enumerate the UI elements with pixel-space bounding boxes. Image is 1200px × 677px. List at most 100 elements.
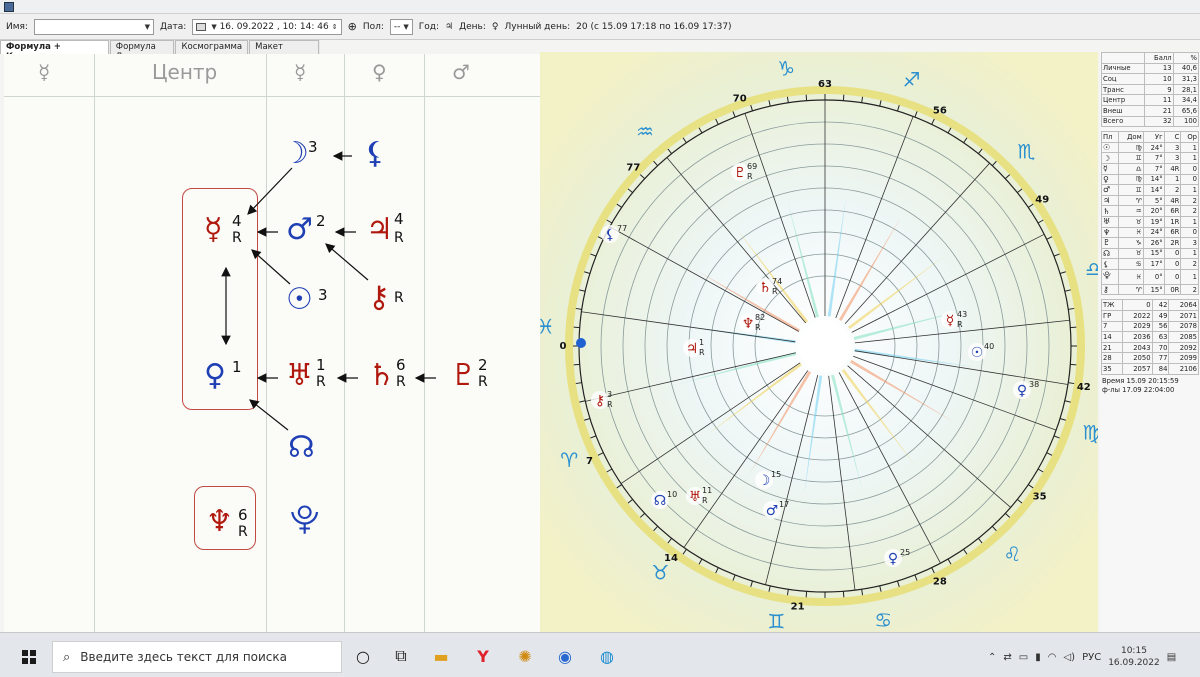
planet-cell: 24° bbox=[1142, 226, 1165, 239]
planet-cell: 3 bbox=[1163, 141, 1182, 154]
saturn-icon: ♄ bbox=[368, 358, 395, 393]
scorpio-sign-icon: ♏ bbox=[1017, 139, 1035, 163]
name-label: Имя: bbox=[6, 21, 28, 32]
mars-icon: ♂ bbox=[286, 212, 313, 247]
years-head: 2064 bbox=[1168, 299, 1199, 312]
years-cell: ГР bbox=[1100, 310, 1124, 322]
planet-degree: 82 bbox=[755, 313, 765, 322]
edge-browser-icon[interactable]: ◍ bbox=[594, 643, 620, 669]
score-percent: 34,4 bbox=[1172, 94, 1200, 106]
notifications-icon[interactable]: ▤ bbox=[1167, 652, 1176, 663]
planet-icon: ⚷ bbox=[595, 393, 605, 409]
age-degree-label: 42 bbox=[1077, 382, 1091, 393]
network-settings-icon[interactable]: ⇄ bbox=[1003, 652, 1011, 663]
years-cell: 70 bbox=[1151, 341, 1170, 354]
saturn-value: 6 bbox=[396, 356, 406, 374]
planet-glyph-icon: ♆ bbox=[1100, 226, 1120, 239]
planet-cell: ♓ bbox=[1118, 268, 1144, 285]
planet-glyph-icon: ⯓ bbox=[1100, 268, 1120, 285]
show-hidden-icons-icon[interactable]: ⌃ bbox=[988, 652, 996, 663]
moon-day-label: Лунный день: bbox=[504, 21, 571, 32]
language-indicator[interactable]: РУС bbox=[1082, 652, 1101, 663]
arrow-node-venus bbox=[249, 399, 289, 431]
spin-icon[interactable]: ⇕ bbox=[332, 23, 338, 31]
years-head: ТЖ bbox=[1100, 299, 1124, 312]
task-view-icon[interactable]: ⧉ bbox=[388, 643, 414, 669]
planet-table: Пл Дом Уг С Ор ☉ ♍ 24° 3 1 ☽ ♊ 7° 3 1 ☿ ♎ 7° 4R 0 ♀ ♍ 14° 1 0 ♂ ♊… bbox=[1100, 131, 1199, 296]
gender-select[interactable]: -- ▼ bbox=[389, 18, 413, 35]
search-icon: ⌕ bbox=[63, 649, 71, 665]
mercury-retro: R bbox=[232, 230, 242, 246]
windows-start-icon[interactable] bbox=[22, 650, 36, 664]
yandex-browser-icon[interactable]: Y bbox=[470, 643, 496, 669]
planet-icon: ☽ bbox=[758, 473, 771, 489]
usb-icon[interactable]: ▭ bbox=[1019, 652, 1028, 663]
score-label: Соц bbox=[1101, 73, 1145, 85]
planet-cell: 2 bbox=[1180, 283, 1199, 296]
app-icon[interactable]: ◉ bbox=[552, 643, 578, 669]
age-degree-label: 0 bbox=[560, 341, 567, 352]
years-cell: 2022 bbox=[1122, 310, 1153, 322]
window-titlebar bbox=[0, 0, 1200, 14]
clock[interactable]: 10:15 16.09.2022 bbox=[1108, 645, 1160, 669]
taurus-sign-icon: ♉ bbox=[651, 561, 669, 585]
cortana-icon[interactable]: ○ bbox=[350, 643, 376, 669]
chevron-down-icon[interactable]: ▼ bbox=[145, 23, 150, 31]
tab-formula-cosmogram[interactable]: Формула + Космограмма bbox=[0, 40, 109, 62]
score-label: Центр bbox=[1101, 94, 1145, 106]
score-head: % bbox=[1172, 52, 1200, 64]
chiron-icon: ⚷ bbox=[368, 280, 390, 315]
tab-cosmogram[interactable]: Космограмма bbox=[175, 40, 249, 54]
years-cell: 2057 bbox=[1122, 363, 1153, 375]
wifi-icon[interactable]: ◠ bbox=[1048, 652, 1057, 663]
score-value: 21 bbox=[1143, 104, 1174, 117]
battery-icon[interactable]: ▮ bbox=[1035, 652, 1041, 663]
planet-cell: ♉ bbox=[1118, 215, 1144, 228]
planet-icon: ☊ bbox=[654, 493, 666, 509]
age-degree-label: 56 bbox=[933, 106, 947, 117]
volume-icon[interactable]: ◁) bbox=[1063, 652, 1075, 663]
taskbar-search-input[interactable]: ⌕ Введите здесь текст для поиска bbox=[52, 641, 342, 673]
chevron-down-icon[interactable]: ▼ bbox=[403, 23, 408, 31]
taskbar: ⌕ Введите здесь текст для поиска ○ ⧉ ▬ Y … bbox=[0, 632, 1200, 677]
planet-degree: 11 bbox=[702, 486, 712, 495]
planet-cell: 24° bbox=[1142, 141, 1165, 154]
planet-glyph-icon: ♅ bbox=[1100, 215, 1120, 228]
astro-app-icon[interactable]: ✺ bbox=[512, 643, 538, 669]
sagittarius-sign-icon: ♐ bbox=[903, 68, 921, 92]
arrow-chiron-mars bbox=[325, 243, 369, 281]
globe-icon[interactable]: ⊕ bbox=[348, 20, 357, 33]
north-node-icon: ☊ bbox=[288, 430, 315, 465]
tab-page-layout[interactable]: Макет страницы bbox=[249, 40, 319, 62]
planet-icon: ♅ bbox=[689, 489, 702, 505]
score-percent: 100 bbox=[1172, 115, 1200, 128]
score-value: 9 bbox=[1143, 83, 1174, 96]
time-computed: Время 15.09 20:15:59 bbox=[1102, 376, 1179, 385]
planet-cell: 15° bbox=[1142, 283, 1165, 296]
file-explorer-icon[interactable]: ▬ bbox=[428, 643, 454, 669]
planet-glyph-icon: ♀ bbox=[1100, 173, 1120, 186]
moon-day-value: 20 (с 15.09 17:18 по 16.09 17:37) bbox=[576, 21, 732, 32]
calendar-icon[interactable] bbox=[196, 22, 207, 31]
planet-glyph-icon: ⚸ bbox=[1100, 258, 1120, 270]
years-table: ТЖ 0 42 2064 ГР 2022 49 2071 7 2029 56 2078 14 2036 6… bbox=[1100, 299, 1199, 375]
stats-panel: Балл% Личные 13 40,6 Соц 10 31,3 Транс 9 28,1 … bbox=[1100, 52, 1200, 632]
mercury-value: 4 bbox=[232, 212, 242, 230]
chevron-down-icon[interactable]: ▼ bbox=[211, 23, 216, 31]
planet-glyph-icon: ☿ bbox=[1100, 162, 1120, 175]
planet-cell: 1R bbox=[1163, 215, 1182, 228]
date-time-field[interactable]: ▼ 16. 09.2022 , 10: 14: 46 ⇕ bbox=[192, 18, 342, 35]
day-label: День: bbox=[459, 21, 486, 32]
lilith-icon: ⚸ bbox=[364, 136, 386, 171]
name-combobox[interactable]: ▼ bbox=[33, 18, 154, 35]
age-degree-label: 28 bbox=[933, 576, 947, 587]
chiron-retro: R bbox=[394, 290, 404, 306]
venus-icon: ♀ bbox=[204, 358, 226, 393]
planet-degree: 17 bbox=[779, 500, 789, 509]
soul-formula-panel: ☿ Центр ☿ ♀ ♂ ☽ 3 ⚸ ☿ 4 R ♂ 2 ♃ 4 R ☉ 3 … bbox=[4, 54, 540, 632]
planet-cell: ♍ bbox=[1118, 173, 1144, 186]
planet-cell: 4R bbox=[1163, 194, 1182, 207]
tab-soul-formula[interactable]: Формула Души bbox=[109, 40, 175, 62]
date-value: 16. 09.2022 bbox=[219, 21, 274, 32]
planet-cell: 19° bbox=[1142, 215, 1165, 228]
